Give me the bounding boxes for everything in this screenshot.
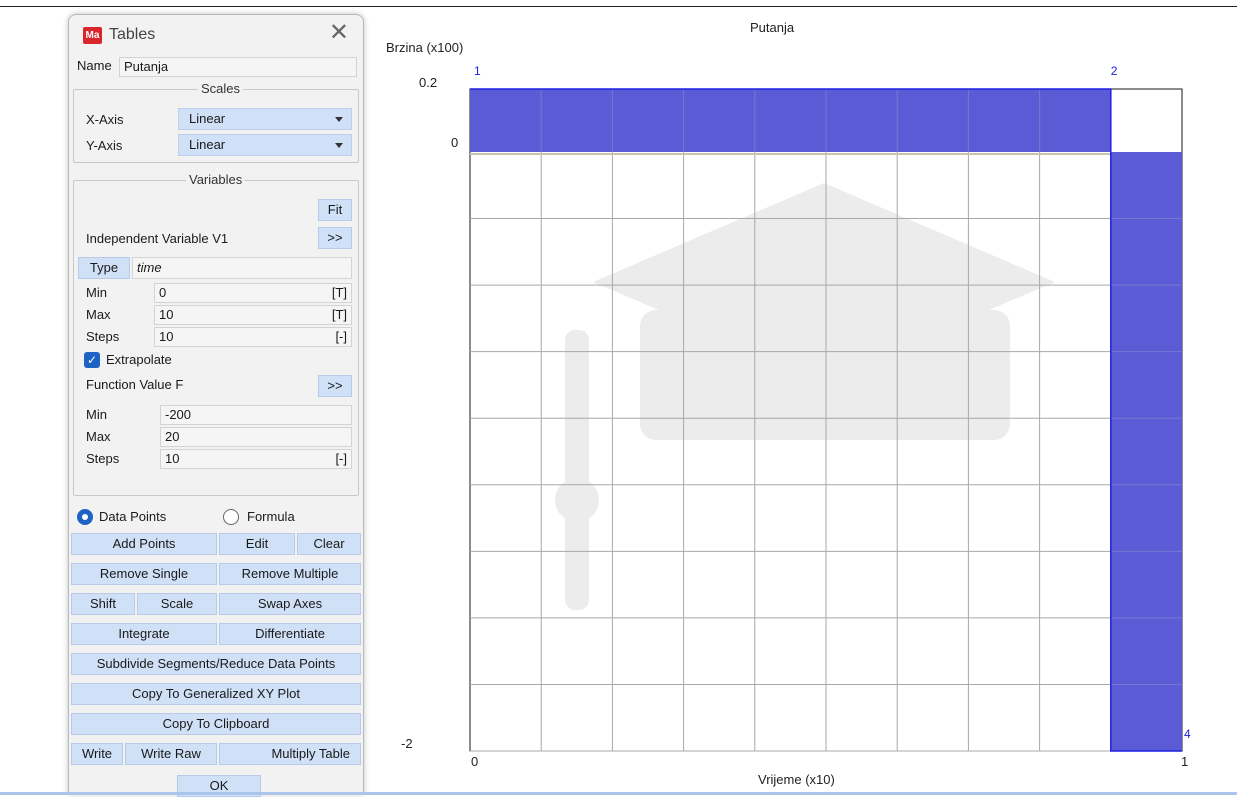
y-tick-label-zero: 0	[451, 135, 458, 150]
point-label-4: 4	[1184, 727, 1191, 741]
x-tick-label-start: 0	[471, 754, 478, 769]
y-tick-label-top: 0.2	[419, 75, 437, 90]
point-label-1: 1	[474, 64, 481, 78]
fill-negative-area	[1110, 152, 1182, 751]
watermark-logo	[555, 183, 1055, 610]
fill-positive-area	[470, 89, 1111, 152]
page-bottom-rule	[0, 792, 1237, 795]
chart-plot[interactable]: 0.2 0 -2 0 1 1 2 4	[0, 0, 1237, 796]
y-tick-label-bottom: -2	[401, 736, 413, 751]
point-label-2: 2	[1111, 64, 1118, 78]
x-tick-label-end: 1	[1181, 754, 1188, 769]
